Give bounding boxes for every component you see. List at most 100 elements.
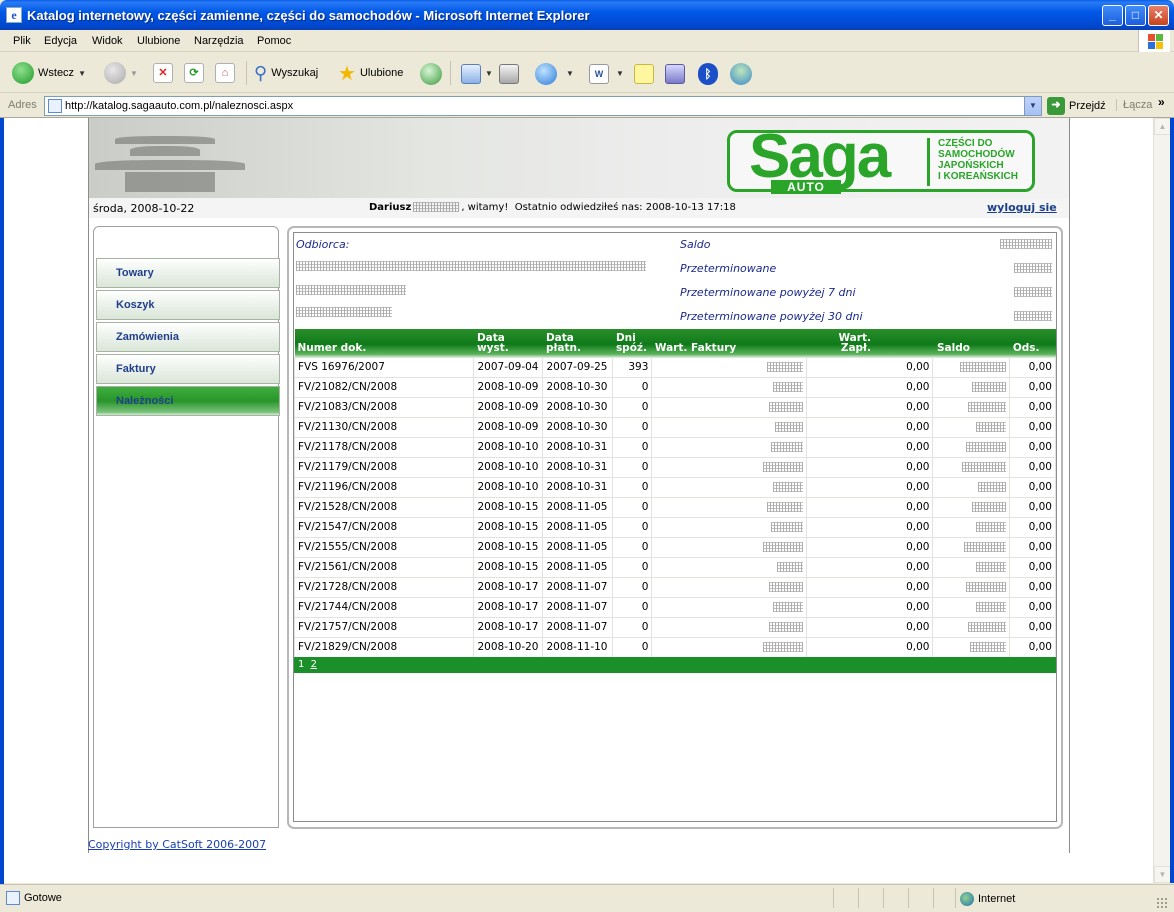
table-row[interactable]: FV/21528/CN/2008 2008-10-15 2008-11-05 0 0,0…	[293, 496, 1056, 518]
table-row[interactable]: FV/21744/CN/2008 2008-10-17 2008-11-07 0 0,0…	[293, 596, 1056, 618]
edit-icon[interactable]: W	[589, 64, 609, 84]
table-row[interactable]: FV/21196/CN/2008 2008-10-10 2008-10-31 0 0,0…	[293, 476, 1056, 498]
cell-wart-zapl: 0,00	[805, 416, 934, 438]
page-1[interactable]: 1	[298, 659, 304, 670]
table-row[interactable]: FV/21757/CN/2008 2008-10-17 2008-11-07 0 0,0…	[293, 616, 1056, 638]
chevron-down-icon[interactable]: ▼	[78, 69, 86, 78]
cell-saldo	[932, 536, 1011, 558]
col-numer-dok[interactable]: Numer dok.	[294, 329, 474, 357]
window-title: Katalog internetowy, części zamienne, cz…	[27, 8, 590, 23]
page-2-link[interactable]: 2	[311, 659, 317, 670]
table-row[interactable]: FV/21178/CN/2008 2008-10-10 2008-10-31 0 0,0…	[293, 436, 1056, 458]
table-row[interactable]: FV/21728/CN/2008 2008-10-17 2008-11-07 0 0,0…	[293, 576, 1056, 598]
redacted-recipient-address	[296, 285, 406, 295]
bluetooth-icon[interactable]: ᛒ	[698, 63, 718, 85]
more-chevron-icon[interactable]: »	[1158, 95, 1165, 109]
cell-numer-dok: FV/21082/CN/2008	[293, 376, 475, 398]
menu-plik[interactable]: Plik	[13, 35, 31, 47]
table-row[interactable]: FV/21179/CN/2008 2008-10-10 2008-10-31 0 0,0…	[293, 456, 1056, 478]
pager: 1 2	[294, 657, 1056, 673]
menu-ulubione[interactable]: Ulubione	[137, 35, 180, 47]
security-zone[interactable]: Internet	[960, 892, 1015, 906]
redacted-overdue-7	[1014, 287, 1052, 297]
chevron-down-icon[interactable]: ▼	[130, 69, 138, 78]
address-input[interactable]: http://katalog.sagaauto.com.pl/naleznosc…	[44, 96, 1042, 116]
chevron-down-icon[interactable]: ▼	[616, 69, 624, 78]
cell-dni-spoz: 0	[612, 436, 653, 458]
table-row[interactable]: FV/21561/CN/2008 2008-10-15 2008-11-05 0 0,0…	[293, 556, 1056, 578]
table-row[interactable]: FV/21083/CN/2008 2008-10-09 2008-10-30 0 0,0…	[293, 396, 1056, 418]
close-button[interactable]: ✕	[1148, 5, 1169, 26]
mail-icon[interactable]	[461, 64, 481, 84]
redacted-amount	[772, 602, 803, 612]
nav-naleznosci[interactable]: Należności	[96, 386, 280, 416]
nav-koszyk[interactable]: Koszyk	[96, 290, 280, 320]
go-button[interactable]: ➜ Przejdź	[1047, 97, 1106, 115]
nav-faktury[interactable]: Faktury	[96, 354, 280, 384]
table-row[interactable]: FVS 16976/2007 2007-09-04 2007-09-25 393 0,0…	[293, 356, 1056, 378]
menu-widok[interactable]: Widok	[92, 35, 123, 47]
cell-wart-faktury	[651, 456, 807, 478]
maximize-button[interactable]: □	[1125, 5, 1146, 26]
menu-narzedzia[interactable]: Narzędzia	[194, 35, 244, 47]
col-wart-faktury[interactable]: Wart. Faktury	[651, 329, 807, 357]
logout-link[interactable]: wyloguj sie	[987, 201, 1057, 214]
cell-ods: 0,00	[1009, 436, 1056, 458]
saga-auto-logo[interactable]: Saga AUTO CZĘŚCI DO SAMOCHODÓW JAPOŃSKIC…	[727, 122, 1035, 194]
col-dni-spoz[interactable]: Dni spóź.	[612, 329, 652, 357]
table-row[interactable]: FV/21130/CN/2008 2008-10-09 2008-10-30 0 0,0…	[293, 416, 1056, 438]
research-icon[interactable]	[665, 64, 685, 84]
print-icon[interactable]	[499, 64, 519, 84]
nav-zamowienia[interactable]: Zamówienia	[96, 322, 280, 352]
cell-data-platn: 2007-09-25	[542, 356, 614, 378]
chevron-down-icon[interactable]: ▼	[566, 69, 574, 78]
history-icon[interactable]	[420, 63, 442, 85]
table-row[interactable]: FV/21555/CN/2008 2008-10-15 2008-11-05 0 0,0…	[293, 536, 1056, 558]
messenger-icon[interactable]	[535, 63, 557, 85]
col-saldo[interactable]: Saldo	[932, 329, 1010, 357]
scroll-down-icon[interactable]: ▼	[1154, 866, 1171, 883]
table-row[interactable]: FV/21547/CN/2008 2008-10-15 2008-11-05 0 0,0…	[293, 516, 1056, 538]
menu-pomoc[interactable]: Pomoc	[257, 35, 291, 47]
users-icon[interactable]	[730, 63, 752, 85]
menu-edycja[interactable]: Edycja	[44, 35, 77, 47]
cell-numer-dok: FVS 16976/2007	[293, 356, 475, 378]
back-button[interactable]: Wstecz ▼	[12, 61, 86, 85]
cell-data-wyst: 2008-10-15	[473, 536, 544, 558]
cell-wart-zapl: 0,00	[805, 576, 934, 598]
favorites-button[interactable]: ★ Ulubione	[338, 61, 403, 85]
cell-numer-dok: FV/21728/CN/2008	[293, 576, 475, 598]
cell-wart-faktury	[651, 616, 807, 638]
table-row[interactable]: FV/21082/CN/2008 2008-10-09 2008-10-30 0 0,0…	[293, 376, 1056, 398]
links-toolbar[interactable]: Łącza	[1116, 99, 1152, 111]
scroll-up-icon[interactable]: ▲	[1154, 118, 1171, 135]
note-icon[interactable]	[634, 64, 654, 84]
stop-icon[interactable]: ✕	[153, 63, 173, 83]
col-wart-zapl[interactable]: Wart. Zapł.	[806, 329, 933, 357]
cell-wart-zapl: 0,00	[805, 556, 934, 578]
col-data-platn[interactable]: Data płatn.	[542, 329, 613, 357]
chevron-down-icon[interactable]: ▼	[1024, 97, 1041, 115]
forward-button[interactable]: ▼	[104, 61, 138, 85]
redacted-overdue	[1014, 263, 1052, 273]
redacted-amount	[968, 402, 1007, 412]
minimize-button[interactable]: _	[1102, 5, 1123, 26]
address-url[interactable]: http://katalog.sagaauto.com.pl/naleznosc…	[65, 100, 293, 112]
cell-dni-spoz: 0	[612, 456, 653, 478]
vertical-scrollbar[interactable]: ▲ ▼	[1153, 118, 1171, 883]
chevron-down-icon[interactable]: ▼	[485, 69, 493, 78]
cell-data-wyst: 2008-10-15	[473, 496, 544, 518]
refresh-icon[interactable]: ⟳	[184, 63, 204, 83]
cell-saldo	[932, 476, 1011, 498]
copyright-link[interactable]: Copyright by CatSoft 2006-2007	[88, 838, 266, 851]
search-button[interactable]: ⚲ Wyszukaj	[254, 61, 318, 85]
cell-wart-faktury	[651, 476, 807, 498]
cell-dni-spoz: 0	[612, 556, 653, 578]
col-data-wyst[interactable]: Data wyst.	[473, 329, 543, 357]
resize-grip-icon[interactable]	[1156, 897, 1168, 909]
home-icon[interactable]: ⌂	[215, 63, 235, 83]
cell-ods: 0,00	[1009, 496, 1056, 518]
col-ods[interactable]: Ods.	[1009, 329, 1056, 357]
table-row[interactable]: FV/21829/CN/2008 2008-10-20 2008-11-10 0 0,0…	[293, 636, 1056, 658]
nav-towary[interactable]: Towary	[96, 258, 280, 288]
